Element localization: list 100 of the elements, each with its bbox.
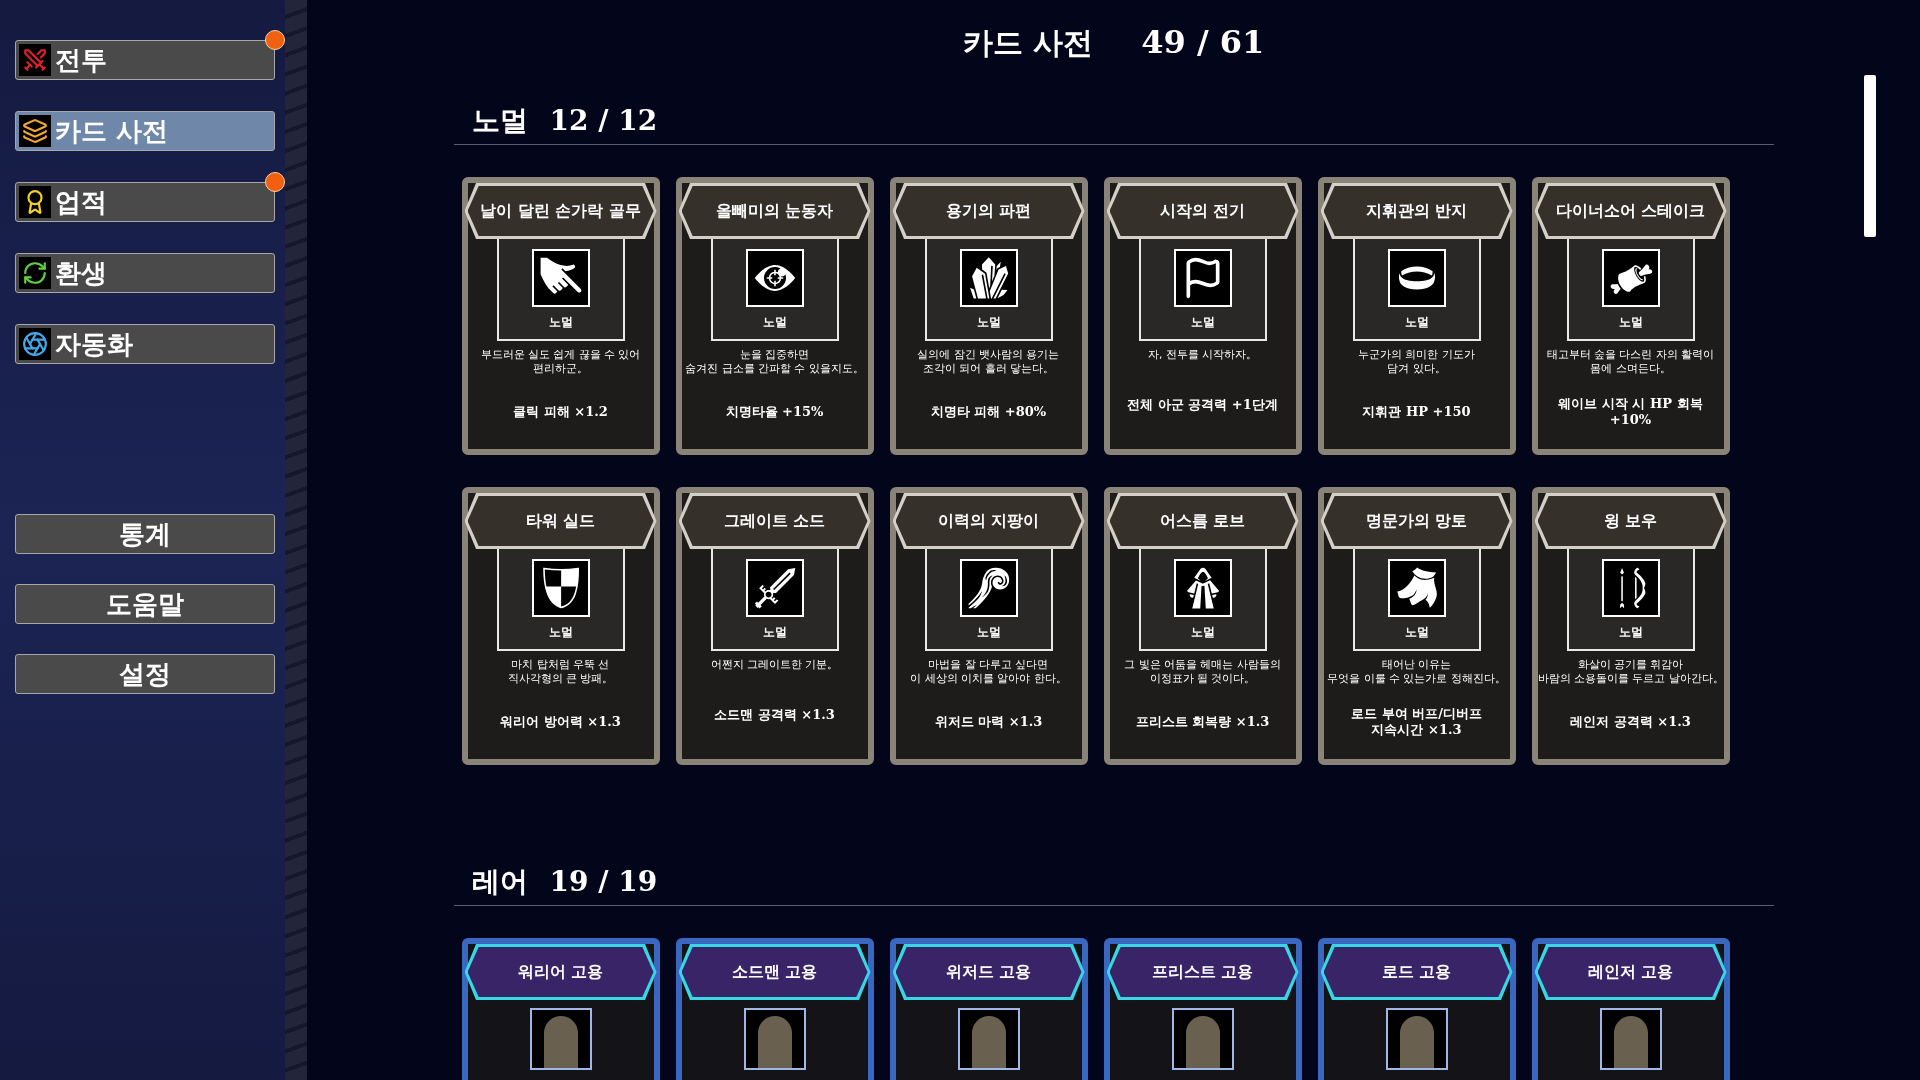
card-title-banner: 프리스트 고용 (1106, 944, 1299, 1000)
menu-button[interactable]: 설정 (15, 654, 275, 694)
card-title-banner: 올빼미의 눈동자 (678, 183, 871, 239)
card-rarity: 노멀 (1404, 624, 1429, 641)
card-title-banner: 시작의 전기 (1106, 183, 1299, 239)
card-title-banner: 로드 고용 (1320, 944, 1513, 1000)
card-effect: 치명타 피해 +80% (930, 404, 1047, 420)
cards-icon (19, 115, 51, 147)
card-description: 부드러운 실도 쉽게 끊을 수 있어 편리하군。 (479, 347, 642, 375)
nav-button[interactable]: 환생 (15, 253, 275, 293)
card[interactable]: 그레이트 소드 노멀 어쩐지 그레이트한 기분。 소드맨 공격력 ×1.3 (675, 487, 874, 765)
card-title-banner: 지휘관의 반지 (1320, 183, 1513, 239)
card[interactable]: 이력의 지팡이 노멀 마법을 잘 다루고 싶다면 이 세상의 이치를 알아야 한다。 위저드 마력 ×1.3 (889, 487, 1088, 765)
card-description: 누군가의 희미한 기도가 담겨 있다。 (1357, 347, 1476, 375)
nav-button[interactable]: 업적 (15, 182, 275, 222)
card-rarity: 노멀 (976, 624, 1001, 641)
card-description: 실의에 잠긴 뱃사람의 용기는 조각이 되어 흘러 닿는다。 (916, 347, 1061, 375)
card-title-banner: 윙 보우 (1534, 493, 1727, 549)
card-description: 마법을 잘 다루고 싶다면 이 세상의 이치를 알아야 한다。 (909, 657, 1068, 685)
card-effect: 지휘관 HP +150 (1362, 404, 1471, 420)
card[interactable]: 어스름 로브 노멀 그 빛은 어둠을 헤매는 사람들의 이정표가 될 것이다。 프리스트 회복량 ×1.3 (1103, 487, 1302, 765)
card-title-banner: 워리어 고용 (464, 944, 657, 1000)
card[interactable]: 소드맨 고용 (675, 938, 874, 1080)
character-portrait (1399, 1016, 1434, 1068)
card-effect: 웨이브 시작 시 HP 회복 +10% (1557, 396, 1704, 428)
card-rarity: 노멀 (1618, 314, 1643, 331)
card-title-banner: 그레이트 소드 (678, 493, 871, 549)
page-title: 카드 사전 (962, 24, 1094, 62)
card-description: 태고부터 숲을 다스린 자의 활력이 몸에 스며든다。 (1545, 347, 1716, 375)
cape-icon (1394, 566, 1439, 610)
section-count: 19 / 19 (549, 864, 658, 900)
card-title-banner: 레인저 고용 (1534, 944, 1727, 1000)
card-rarity: 노멀 (762, 314, 787, 331)
character-portrait (543, 1016, 578, 1068)
sword-icon (752, 566, 797, 610)
card-effect: 로드 부여 버프/디버프 지속시간 ×1.3 (1351, 706, 1482, 738)
collection-count: 49 / 61 (1141, 22, 1265, 63)
card[interactable]: 프리스트 고용 (1103, 938, 1302, 1080)
card-description: 어쩐지 그레이트한 기분。 (709, 657, 840, 671)
card-rarity: 노멀 (548, 624, 573, 641)
card-effect: 프리스트 회복량 ×1.3 (1135, 714, 1270, 730)
card-description: 눈을 집중하면 숨겨진 급소를 간파할 수 있을지도。 (684, 347, 865, 375)
character-portrait (757, 1016, 792, 1068)
card[interactable]: 로드 고용 (1317, 938, 1516, 1080)
nav-button[interactable]: 카드 사전 (15, 111, 275, 151)
card-title-banner: 용기의 파편 (892, 183, 1085, 239)
card-description: 화살이 공기를 휘감아 바람의 소용돌이를 두르고 날아간다。 (1537, 657, 1724, 685)
scrollbar-thumb[interactable] (1864, 75, 1876, 237)
card[interactable]: 타워 실드 노멀 마치 탑처럼 우뚝 선 직사각형의 큰 방패。 워리어 방어력 ×1.3 (461, 487, 660, 765)
card-title-banner: 어스름 로브 (1106, 493, 1299, 549)
card[interactable]: 지휘관의 반지 노멀 누군가의 희미한 기도가 담겨 있다。 지휘관 HP +150 (1317, 177, 1516, 455)
card-title-banner: 날이 달린 손가락 골무 (464, 183, 657, 239)
section-count: 12 / 12 (549, 103, 658, 139)
medal-icon (19, 186, 51, 218)
card[interactable]: 용기의 파편 노멀 실의에 잠긴 뱃사람의 용기는 조각이 되어 흘러 닿는다。 치명타 피해 +80% (889, 177, 1088, 455)
card-rarity: 노멀 (1404, 314, 1429, 331)
card[interactable]: 다이너소어 스테이크 노멀 태고부터 숲을 다스린 자의 활력이 몸에 스며든다。 웨이브 시작 시 HP 회복 +10% (1531, 177, 1730, 455)
card-rarity: 노멀 (548, 314, 573, 331)
card-effect: 치명타율 +15% (725, 404, 824, 420)
card-rarity: 노멀 (1190, 624, 1215, 641)
section-title: 노멀 (471, 103, 528, 139)
character-portrait (971, 1016, 1006, 1068)
character-portrait (1613, 1016, 1648, 1068)
card-effect: 전체 아군 공격력 +1단계 (1127, 397, 1278, 413)
card-title-banner: 다이너소어 스테이크 (1534, 183, 1727, 239)
aperture-icon (19, 328, 51, 360)
card[interactable]: 명문가의 망토 노멀 태어난 이유는 무엇을 이룰 수 있는가로 정해진다。 로드 부여 버프/디버프 지속시간 ×1.3 (1317, 487, 1516, 765)
card-title-banner: 타워 실드 (464, 493, 657, 549)
card[interactable]: 워리어 고용 (461, 938, 660, 1080)
card-description: 태어난 이유는 무엇을 이룰 수 있는가로 정해진다。 (1326, 657, 1507, 685)
card[interactable]: 날이 달린 손가락 골무 노멀 부드러운 실도 쉽게 끊을 수 있어 편리하군。 클릭 피해 ×1.2 (461, 177, 660, 455)
card-title-banner: 명문가의 망토 (1320, 493, 1513, 549)
nav-button[interactable]: 전투 (15, 40, 275, 80)
crossed-swords-icon (19, 44, 51, 76)
menu-button[interactable]: 도움말 (15, 584, 275, 624)
card-title-banner: 위저드 고용 (892, 944, 1085, 1000)
card-effect: 레인저 공격력 ×1.3 (1570, 714, 1691, 730)
card-effect: 워리어 방어력 ×1.3 (500, 714, 621, 730)
nav-button[interactable]: 자동화 (15, 324, 275, 364)
card-rarity: 노멀 (1190, 314, 1215, 331)
card-title-banner: 이력의 지팡이 (892, 493, 1085, 549)
card-description: 그 빛은 어둠을 헤매는 사람들의 이정표가 될 것이다。 (1123, 657, 1282, 685)
card-rarity: 노멀 (1618, 624, 1643, 641)
card[interactable]: 위저드 고용 (889, 938, 1088, 1080)
section-title: 레어 (471, 864, 528, 900)
card-title-banner: 소드맨 고용 (678, 944, 871, 1000)
card-rarity: 노멀 (762, 624, 787, 641)
cycle-icon (19, 257, 51, 289)
card-effect: 클릭 피해 ×1.2 (513, 404, 608, 420)
card[interactable]: 윙 보우 노멀 화살이 공기를 휘감아 바람의 소용돌이를 두르고 날아간다。 레인저 공격력 ×1.3 (1531, 487, 1730, 765)
card-effect: 소드맨 공격력 ×1.3 (714, 707, 835, 723)
card-description: 마치 탑처럼 우뚝 선 직사각형의 큰 방패。 (506, 657, 615, 685)
card[interactable]: 시작의 전기 노멀 자, 전투를 시작하자。 전체 아군 공격력 +1단계 (1103, 177, 1302, 455)
card[interactable]: 올빼미의 눈동자 노멀 눈을 집중하면 숨겨진 급소를 간파할 수 있을지도。 치명타율 +15% (675, 177, 874, 455)
character-portrait (1185, 1016, 1220, 1068)
menu-button[interactable]: 통계 (15, 514, 275, 554)
card-rarity: 노멀 (976, 314, 1001, 331)
card-description: 자, 전투를 시작하자。 (1147, 347, 1258, 361)
card-effect: 위저드 마력 ×1.3 (934, 714, 1043, 730)
card[interactable]: 레인저 고용 (1531, 938, 1730, 1080)
